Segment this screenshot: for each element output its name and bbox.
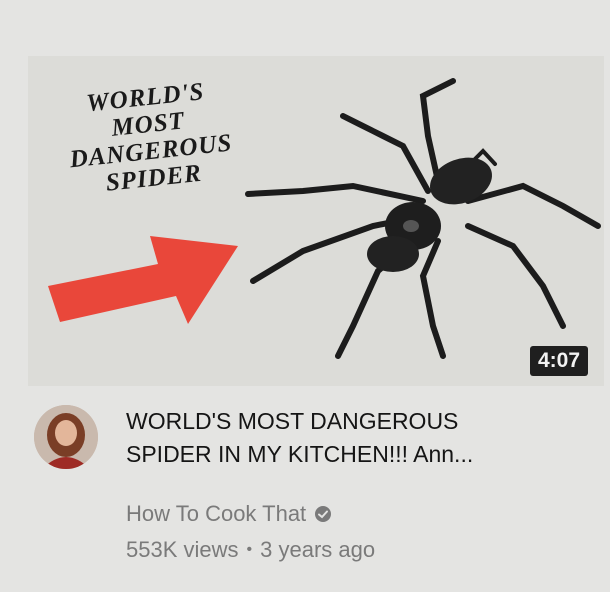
red-arrow-icon — [48, 236, 238, 324]
check-circle-icon — [314, 505, 332, 523]
channel-avatar[interactable] — [34, 405, 98, 469]
upload-age: 3 years ago — [260, 537, 376, 562]
spider-icon — [245, 78, 601, 359]
channel-name: How To Cook That — [126, 501, 307, 526]
video-title-line: SPIDER IN MY KITCHEN!!! Ann... — [126, 441, 474, 467]
video-thumbnail[interactable]: WORLD'S MOST DANGEROUS SPIDER 4:07 — [28, 56, 604, 386]
avatar-image — [34, 405, 98, 469]
channel-name-link[interactable]: How To Cook That — [126, 499, 332, 529]
thumbnail-overlay-text: WORLD'S MOST DANGEROUS SPIDER — [63, 76, 237, 200]
video-stats: 553K views • 3 years ago — [126, 537, 375, 563]
separator-dot: • — [246, 541, 253, 558]
video-duration-badge: 4:07 — [529, 346, 588, 376]
video-card[interactable]: WORLD'S MOST DANGEROUS SPIDER 4:07 WORLD… — [0, 0, 610, 592]
video-title[interactable]: WORLD'S MOST DANGEROUS SPIDER IN MY KITC… — [126, 405, 596, 471]
view-count: 553K views — [126, 537, 239, 562]
video-title-line: WORLD'S MOST DANGEROUS — [126, 408, 459, 434]
